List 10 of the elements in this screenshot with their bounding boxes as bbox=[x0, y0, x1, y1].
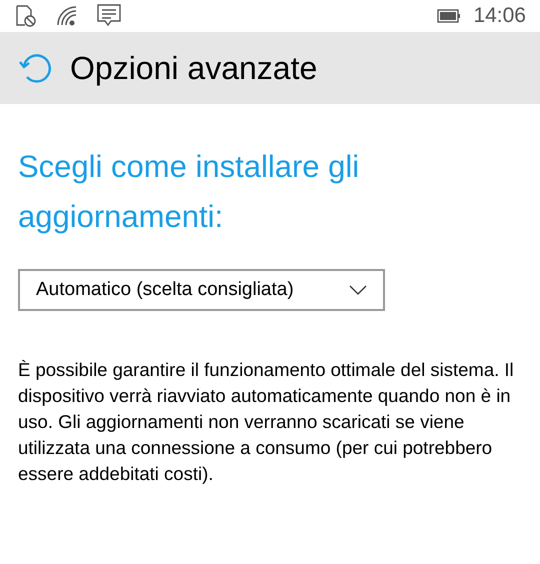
message-icon bbox=[96, 3, 122, 29]
section-heading: Scegli come installare gli aggiornamenti: bbox=[18, 148, 360, 236]
battery-icon bbox=[437, 9, 462, 23]
blocked-document-icon bbox=[14, 4, 38, 28]
update-mode-dropdown[interactable]: Automatico (scelta consigliata) bbox=[18, 269, 385, 311]
page-title: Opzioni avanzate bbox=[70, 49, 318, 88]
description-text: È possibile garantire il funzionamento ottimale del sistema. Il dispositivo verrà riavviato automaticamente quando non è in uso. Gli aggiornamenti non verranno scaricati se viene utilizzata una connessione a consumo (per cui potrebbero essere addebitati costi). bbox=[18, 358, 515, 486]
chevron-down-icon bbox=[349, 285, 367, 295]
wifi-icon bbox=[56, 5, 78, 27]
clock-time: 14:06 bbox=[473, 3, 526, 30]
